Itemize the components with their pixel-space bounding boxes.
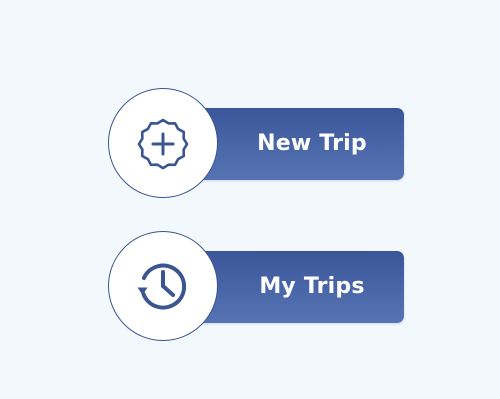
- badge-plus-icon: [133, 113, 193, 173]
- my-trips-button[interactable]: My Trips: [108, 231, 404, 341]
- trip-menu-screen: New Trip My Trips: [0, 0, 500, 399]
- new-trip-icon-circle[interactable]: [108, 88, 218, 198]
- history-clock-icon: [131, 254, 195, 318]
- new-trip-button[interactable]: New Trip: [108, 88, 404, 198]
- my-trips-icon-circle[interactable]: [108, 231, 218, 341]
